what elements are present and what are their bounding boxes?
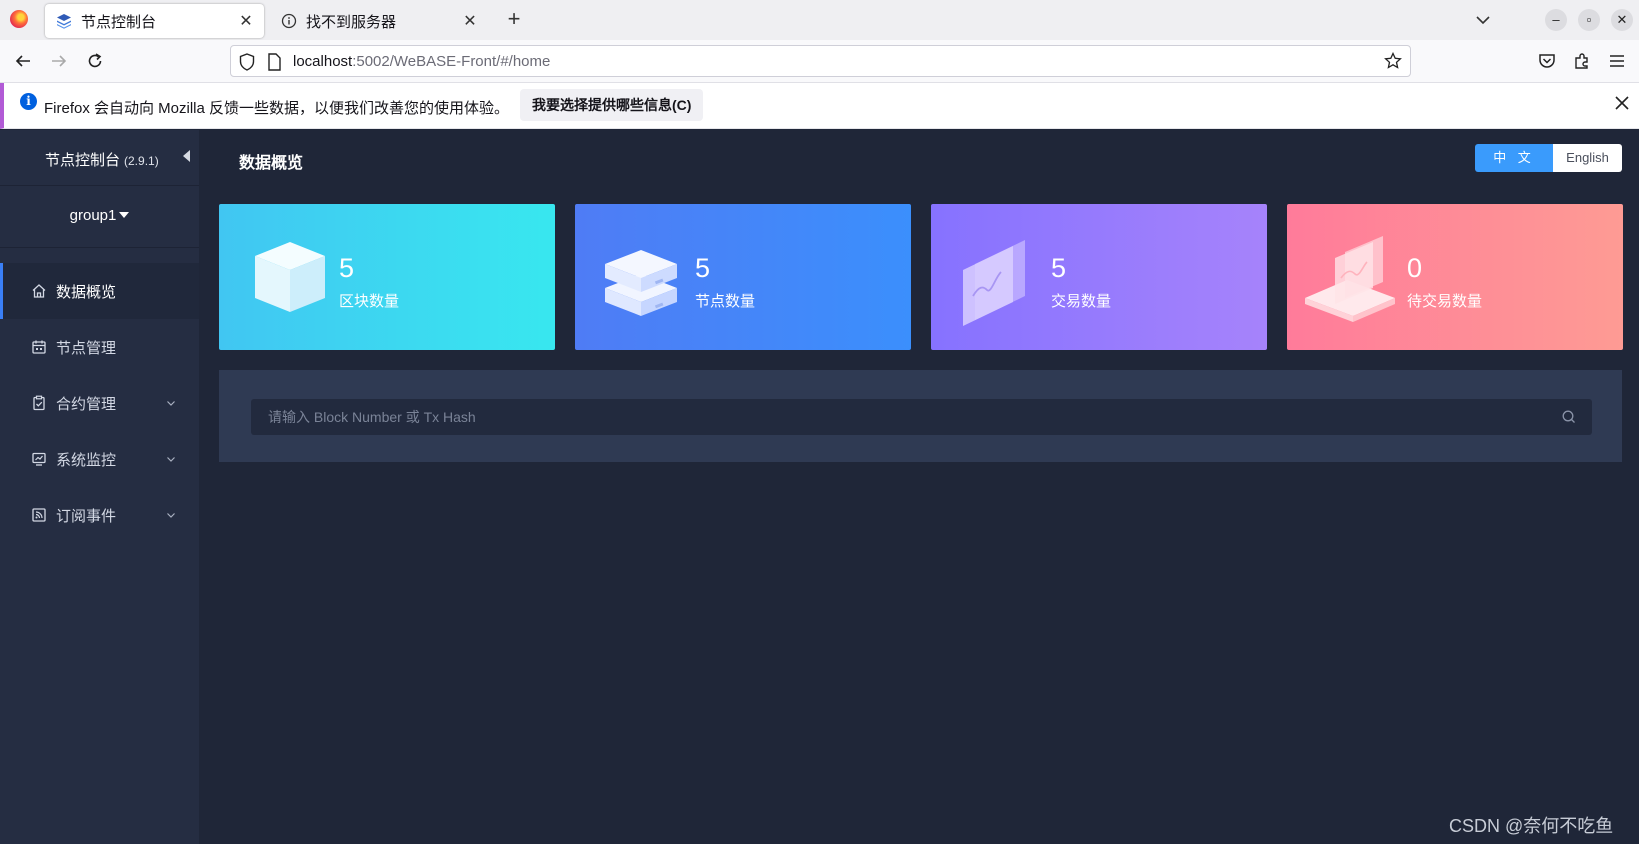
sidebar-item-system-monitoring[interactable]: 系统监控 — [0, 431, 199, 487]
menu-icon[interactable] — [1606, 50, 1628, 72]
app-title: 节点控制台 (2.9.1) — [45, 149, 159, 170]
info-circle-icon — [280, 12, 298, 30]
node-count-label: 节点数量 — [695, 293, 756, 310]
transaction-count-card: 5 交易数量 — [931, 204, 1267, 350]
close-icon[interactable] — [1610, 91, 1634, 115]
choose-data-button[interactable]: 我要选择提供哪些信息(C) — [520, 89, 704, 121]
search-panel — [219, 370, 1622, 462]
reload-icon[interactable] — [84, 50, 106, 72]
close-tab-icon[interactable]: ✕ — [462, 11, 478, 31]
firefox-logo-icon[interactable] — [10, 10, 28, 28]
group-selector[interactable]: group1 — [0, 186, 199, 248]
chevron-down-icon — [165, 452, 177, 464]
transaction-count-value: 5 — [1051, 253, 1067, 283]
telemetry-notification-bar: i Firefox 会自动向 Mozilla 反馈一些数据，以便我们改善您的使用… — [0, 83, 1639, 129]
block-count-card: 5 区块数量 — [219, 204, 555, 350]
chevron-down-icon — [165, 396, 177, 408]
calendar-icon — [31, 339, 47, 355]
lang-chinese-button[interactable]: 中 文 — [1475, 144, 1553, 172]
monitor-chart-icon — [31, 451, 47, 467]
main-content: 数据概览 中 文 English 5 区块数量 5 节点数量 5 交易数量 0 … — [199, 130, 1639, 844]
pending-transaction-card: 0 待交易数量 — [1287, 204, 1623, 350]
tab-node-console[interactable]: 节点控制台 ✕ — [45, 4, 264, 38]
search-box — [251, 399, 1592, 435]
sidebar-item-contract-management[interactable]: 合约管理 — [0, 375, 199, 431]
server-stack-icon — [591, 226, 691, 326]
sidebar: 节点控制台 (2.9.1) group1 数据概览 节点管理 合约管理 系统监控… — [0, 130, 199, 844]
sidebar-item-label: 节点管理 — [56, 339, 117, 357]
url-path: :5002/WeBASE-Front/#/home — [352, 53, 551, 70]
sidebar-item-label: 订阅事件 — [56, 507, 117, 525]
sidebar-item-subscribe-events[interactable]: 订阅事件 — [0, 487, 199, 543]
search-icon[interactable] — [1561, 409, 1577, 425]
navigation-toolbar: localhost:5002/WeBASE-Front/#/home — [0, 40, 1639, 83]
rss-icon — [31, 507, 47, 523]
clipboard-icon — [31, 395, 47, 411]
tab-server-not-found[interactable]: 找不到服务器 ✕ — [270, 4, 488, 38]
pending-transaction-icon — [1303, 226, 1403, 326]
sidebar-item-label: 系统监控 — [56, 451, 117, 469]
extensions-icon[interactable] — [1571, 50, 1593, 72]
block-count-value: 5 — [339, 253, 355, 283]
info-icon: i — [20, 93, 37, 110]
watermark: CSDN @奈何不吃鱼 — [1449, 816, 1614, 836]
sidebar-menu: 数据概览 节点管理 合约管理 系统监控 订阅事件 — [0, 263, 199, 543]
page-icon[interactable] — [267, 53, 281, 76]
close-tab-icon[interactable]: ✕ — [238, 11, 254, 31]
app-version: (2.9.1) — [124, 154, 159, 168]
browser-tab-strip: 节点控制台 ✕ 找不到服务器 ✕ + – ▫ ✕ — [0, 0, 1639, 40]
chevron-down-icon[interactable] — [1472, 9, 1494, 31]
transaction-count-label: 交易数量 — [1051, 293, 1112, 310]
pocket-icon[interactable] — [1536, 50, 1558, 72]
page-title: 数据概览 — [239, 155, 304, 172]
pending-transaction-label: 待交易数量 — [1407, 293, 1483, 310]
new-tab-button[interactable]: + — [502, 8, 526, 30]
group-name: group1 — [69, 207, 117, 224]
node-count-card: 5 节点数量 — [575, 204, 911, 350]
url-host: localhost — [293, 53, 353, 70]
sidebar-brand: 节点控制台 (2.9.1) — [0, 130, 199, 186]
minimize-button[interactable]: – — [1545, 9, 1567, 31]
address-bar[interactable]: localhost:5002/WeBASE-Front/#/home — [230, 45, 1411, 77]
tab-label: 节点控制台 — [81, 13, 157, 31]
block-count-label: 区块数量 — [339, 293, 400, 310]
home-icon — [31, 283, 47, 299]
caret-down-icon — [119, 212, 130, 218]
bookmark-star-icon[interactable] — [1384, 51, 1402, 75]
lang-english-button[interactable]: English — [1553, 144, 1622, 172]
group-label[interactable]: group1 — [70, 207, 130, 224]
url-text[interactable]: localhost:5002/WeBASE-Front/#/home — [293, 53, 550, 70]
notification-message: Firefox 会自动向 Mozilla 反馈一些数据，以便我们改善您的使用体验… — [44, 100, 510, 117]
shield-icon[interactable] — [239, 53, 255, 76]
overview-cards: 5 区块数量 5 节点数量 5 交易数量 0 待交易数量 — [219, 204, 1623, 350]
sidebar-item-node-management[interactable]: 节点管理 — [0, 319, 199, 375]
restore-button[interactable]: ▫ — [1578, 9, 1600, 31]
cube-icon — [235, 226, 335, 326]
layers-icon — [55, 12, 73, 30]
language-toggle: 中 文 English — [1475, 144, 1622, 172]
sidebar-item-label: 数据概览 — [56, 283, 117, 301]
search-input[interactable] — [251, 399, 1551, 435]
collapse-sidebar-icon[interactable] — [183, 150, 190, 162]
sidebar-item-data-overview[interactable]: 数据概览 — [0, 263, 199, 319]
app-title-text: 节点控制台 — [45, 152, 121, 169]
pending-transaction-value: 0 — [1407, 253, 1423, 283]
forward-arrow-icon[interactable] — [48, 50, 70, 72]
close-window-button[interactable]: ✕ — [1611, 9, 1633, 31]
tab-label: 找不到服务器 — [306, 13, 397, 31]
transaction-panel-icon — [947, 226, 1047, 326]
sidebar-item-label: 合约管理 — [56, 395, 117, 413]
node-count-value: 5 — [695, 253, 711, 283]
chevron-down-icon — [165, 508, 177, 520]
back-arrow-icon[interactable] — [12, 50, 34, 72]
